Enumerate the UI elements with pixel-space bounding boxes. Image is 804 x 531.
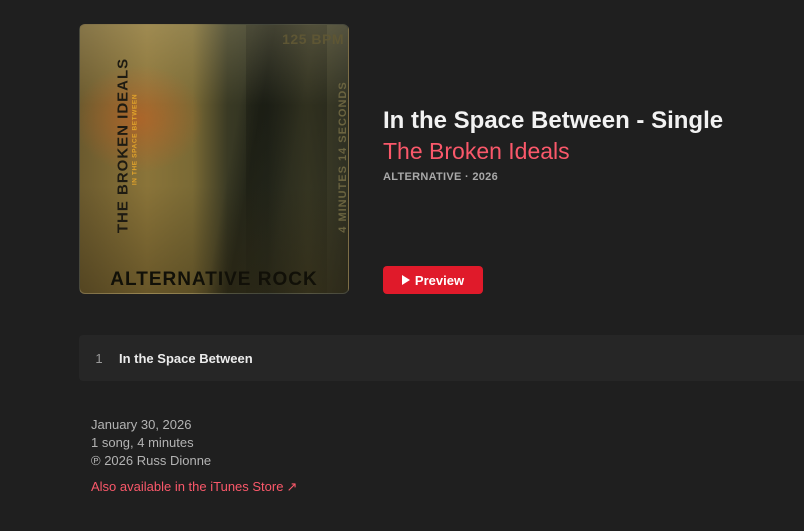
artwork-bpm: 125 BPM xyxy=(282,31,344,47)
artwork-genre: ALTERNATIVE ROCK xyxy=(110,269,318,290)
release-date: January 30, 2026 xyxy=(91,417,192,432)
album-page: THE BROKEN IDEALS IN THE SPACE BETWEEN 1… xyxy=(0,0,804,531)
track-number: 1 xyxy=(95,350,103,366)
store-link-label: Also available in the iTunes Store xyxy=(91,479,284,494)
album-title: In the Space Between - Single xyxy=(383,107,724,134)
album-summary: 1 song, 4 minutes xyxy=(91,435,194,450)
itunes-store-link[interactable]: Also available in the iTunes Store ↗ xyxy=(91,479,297,494)
track-row[interactable]: 1 In the Space Between xyxy=(79,335,804,381)
track-title: In the Space Between xyxy=(119,350,253,366)
artwork-band-name: THE BROKEN IDEALS xyxy=(114,57,132,234)
artwork-duration: 4 MINUTES 14 SECONDS xyxy=(337,81,349,233)
artwork-subtitle: IN THE SPACE BETWEEN xyxy=(131,93,139,186)
copyright: ℗ 2026 Russ Dionne xyxy=(91,453,212,468)
preview-button[interactable]: Preview xyxy=(383,266,483,294)
album-meta: ALTERNATIVE · 2026 xyxy=(383,171,499,183)
album-artwork[interactable]: THE BROKEN IDEALS IN THE SPACE BETWEEN 1… xyxy=(79,24,349,294)
external-arrow-icon: ↗ xyxy=(286,479,298,494)
album-footer-info: January 30, 2026 1 song, 4 minutes ℗ 202… xyxy=(91,416,211,470)
artist-link[interactable]: The Broken Ideals xyxy=(383,138,570,165)
play-icon xyxy=(401,275,410,285)
preview-label: Preview xyxy=(414,272,465,288)
